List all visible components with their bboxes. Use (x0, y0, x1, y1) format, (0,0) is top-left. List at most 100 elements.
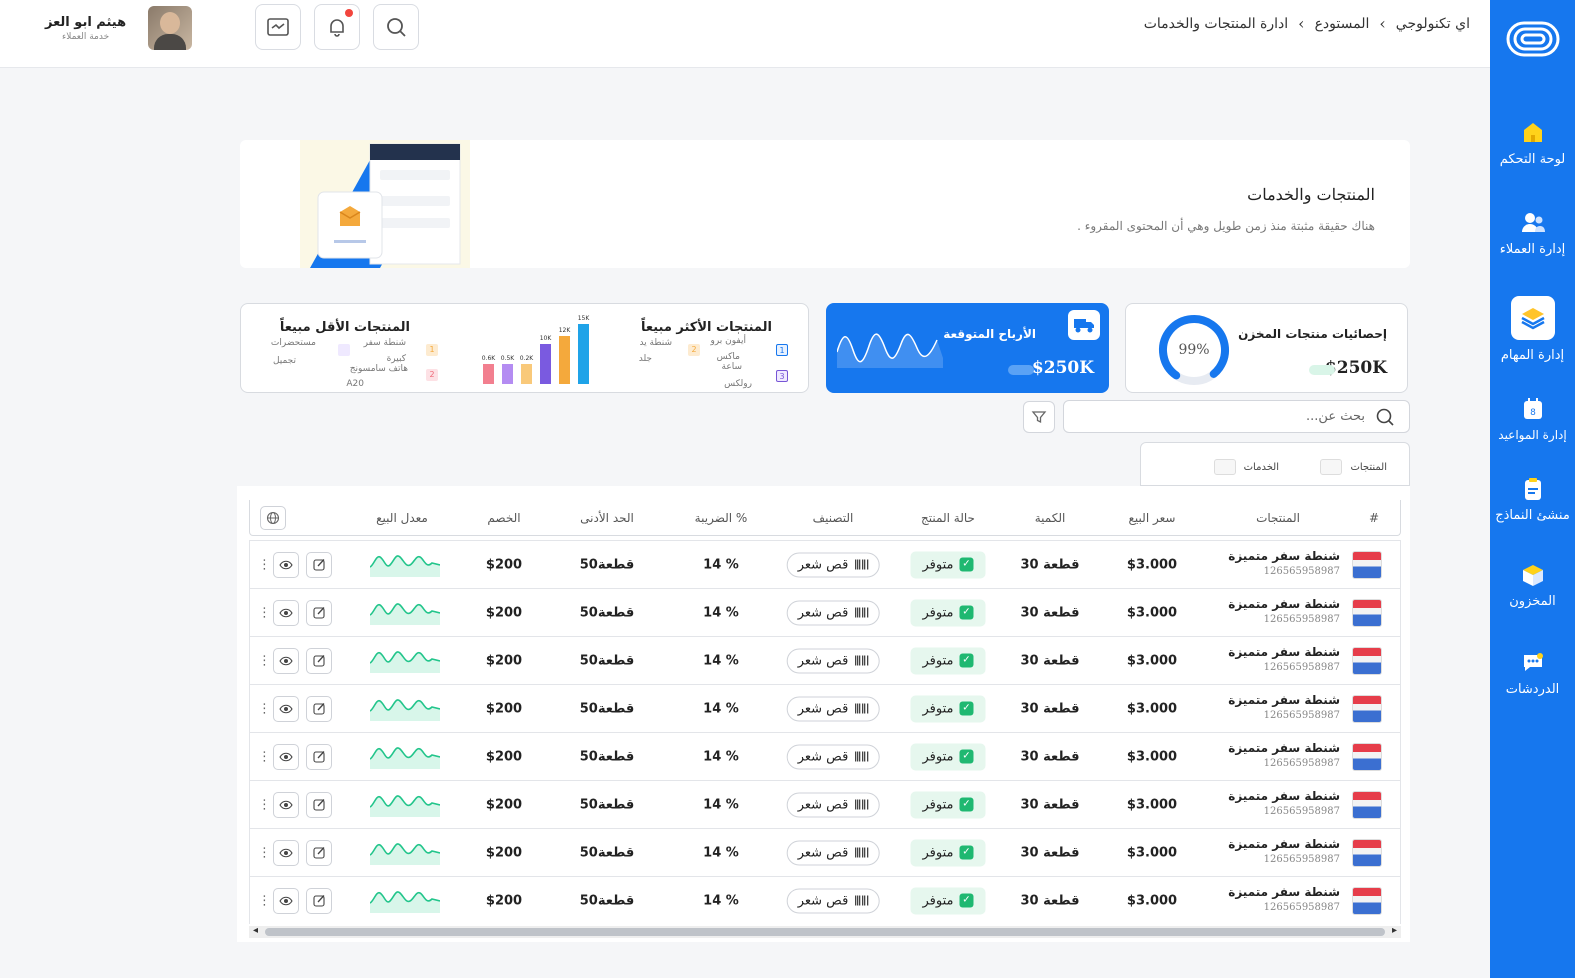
sales-bar-chart: 0.6K 0.5K 0.2K 10K 12K 15K (482, 315, 590, 384)
column-header-price[interactable]: سعر البيع (1129, 511, 1176, 525)
column-header-category[interactable]: التصنيف (813, 511, 854, 525)
tab-checkbox[interactable] (1320, 459, 1343, 475)
chevron-left-icon: ‹ (1379, 14, 1386, 33)
inbox-icon (267, 18, 289, 36)
tab-checkbox[interactable] (1213, 459, 1236, 475)
more-options-icon[interactable]: ⋮ (258, 893, 271, 908)
product-info[interactable]: شنطة سفر متميزة 126565958987 (1228, 837, 1340, 865)
view-button[interactable] (273, 599, 299, 626)
scrollbar-thumb[interactable] (265, 928, 1385, 936)
table-row[interactable]: 2شنطة سفر متميزة126565958987$3.00030 قطع… (249, 588, 1401, 636)
column-header-quantity[interactable]: الكمية (1035, 511, 1066, 525)
sidebar-item-tasks[interactable]: إدارة المهام (1490, 296, 1575, 363)
user-profile[interactable]: هيثم ابو العز خدمة العملاء (45, 6, 193, 50)
product-info[interactable]: شنطة سفر متميزة 126565958987 (1228, 789, 1340, 817)
avatar[interactable] (148, 6, 193, 50)
view-button[interactable] (273, 791, 299, 818)
category-chip: قص شعر (786, 696, 880, 721)
sidebar-item-dashboard[interactable]: لوحة التحكم (1490, 120, 1575, 167)
edit-button[interactable] (306, 791, 332, 818)
bar-label: 0.5K (501, 355, 516, 362)
edit-icon (312, 751, 325, 763)
product-info[interactable]: شنطة سفر متميزة 126565958987 (1228, 645, 1340, 673)
table-row[interactable]: 7شنطة سفر متميزة126565958987$3.00030 قطع… (249, 828, 1401, 876)
minimum-stock: قطعة50 (579, 701, 635, 716)
product-sku: 126565958987 (1263, 806, 1340, 817)
column-header-sales-rate[interactable]: معدل البيع (376, 511, 428, 525)
more-options-icon[interactable]: ⋮ (258, 845, 271, 860)
breadcrumb-item-warehouse[interactable]: المستودع (1315, 16, 1370, 32)
quantity: 30 قطعة (1020, 797, 1080, 812)
product-info[interactable]: شنطة سفر متميزة 126565958987 (1228, 885, 1340, 913)
table-row[interactable]: 1شنطة سفر متميزة126565958987$3.00030 قطع… (249, 540, 1401, 588)
breadcrumb-item-company[interactable]: اي تكنولوجي (1396, 16, 1470, 32)
sidebar-item-form-builder[interactable]: منشئ النماذج (1490, 476, 1575, 523)
column-header-minimum[interactable]: الحد الأدنى (580, 511, 634, 525)
view-button[interactable] (273, 695, 299, 722)
edit-button[interactable] (306, 743, 332, 770)
bar (483, 364, 494, 384)
tab-products[interactable]: المنتجات (1320, 459, 1387, 475)
table-row[interactable]: 8شنطة سفر متميزة126565958987$3.00030 قطع… (249, 876, 1401, 924)
edit-button[interactable] (306, 551, 332, 578)
product-name: شنطة سفر متميزة (1228, 885, 1340, 899)
product-sku: 126565958987 (1263, 902, 1340, 913)
edit-button[interactable] (306, 599, 332, 626)
edit-icon (312, 703, 325, 715)
discount: $200 (485, 845, 523, 860)
product-name: شنطة سفر متميزة (1228, 837, 1340, 851)
table-row[interactable]: 4شنطة سفر متميزة126565958987$3.00030 قطع… (249, 684, 1401, 732)
sidebar-item-customers[interactable]: إدارة العملاء (1490, 210, 1575, 257)
more-options-icon[interactable]: ⋮ (258, 653, 271, 668)
tab-services[interactable]: الخدمات (1213, 459, 1279, 475)
product-info[interactable]: شنطة سفر متميزة 126565958987 (1228, 741, 1340, 769)
filter-button[interactable] (1023, 401, 1055, 433)
search-input[interactable] (1115, 409, 1365, 424)
more-options-icon[interactable]: ⋮ (258, 605, 271, 620)
product-info[interactable]: شنطة سفر متميزة 126565958987 (1228, 693, 1340, 721)
edit-button[interactable] (306, 887, 332, 914)
edit-button[interactable] (306, 647, 332, 674)
column-header-discount[interactable]: الخصم (487, 511, 520, 525)
app-logo[interactable] (1490, 0, 1575, 78)
view-button[interactable] (273, 839, 299, 866)
edit-button[interactable] (306, 695, 332, 722)
scroll-left-icon[interactable]: ◂ (253, 925, 258, 936)
column-header-products[interactable]: المنتجات (1256, 511, 1300, 525)
discount: $200 (485, 701, 523, 716)
product-thumbnail (1352, 599, 1382, 627)
minimum-stock: قطعة50 (579, 557, 635, 572)
horizontal-scrollbar[interactable]: ◂ ▸ (249, 925, 1401, 938)
column-header-tax[interactable]: الضريبة % (695, 511, 748, 525)
sidebar-item-chats[interactable]: الدردشات (1490, 650, 1575, 697)
view-button[interactable] (273, 551, 299, 578)
bar (559, 336, 570, 384)
eye-icon (279, 896, 293, 905)
stock-stats-card: إحصائيات منتجات المخزن $250K 99% (1125, 303, 1408, 393)
search-button[interactable] (373, 4, 419, 50)
more-options-icon[interactable]: ⋮ (258, 701, 271, 716)
view-button[interactable] (273, 647, 299, 674)
view-button[interactable] (273, 743, 299, 770)
scroll-right-icon[interactable]: ▸ (1392, 925, 1397, 936)
column-header-status[interactable]: حالة المنتج (921, 511, 975, 525)
view-button[interactable] (273, 887, 299, 914)
edit-button[interactable] (306, 839, 332, 866)
table-row[interactable]: 6شنطة سفر متميزة126565958987$3.00030 قطع… (249, 780, 1401, 828)
check-icon: ✓ (959, 653, 974, 668)
messages-button[interactable] (255, 4, 301, 50)
column-settings-button[interactable] (260, 506, 286, 530)
product-info[interactable]: شنطة سفر متميزة 126565958987 (1228, 597, 1340, 625)
sidebar-item-appointments[interactable]: 8 إدارة المواعيد (1490, 396, 1575, 442)
more-options-icon[interactable]: ⋮ (258, 797, 271, 812)
table-row[interactable]: 5شنطة سفر متميزة126565958987$3.00030 قطع… (249, 732, 1401, 780)
product-name: شنطة سفر متميزة (1228, 693, 1340, 707)
more-options-icon[interactable]: ⋮ (258, 749, 271, 764)
product-info[interactable]: شنطة سفر متميزة 126565958987 (1228, 549, 1340, 577)
sidebar-item-inventory[interactable]: المخزون (1490, 562, 1575, 609)
notifications-button[interactable] (314, 4, 360, 50)
table-row[interactable]: 3شنطة سفر متميزة126565958987$3.00030 قطع… (249, 636, 1401, 684)
status-label: متوفر (922, 653, 954, 668)
more-options-icon[interactable]: ⋮ (258, 557, 271, 572)
bar-label: 0.2K (520, 355, 535, 362)
